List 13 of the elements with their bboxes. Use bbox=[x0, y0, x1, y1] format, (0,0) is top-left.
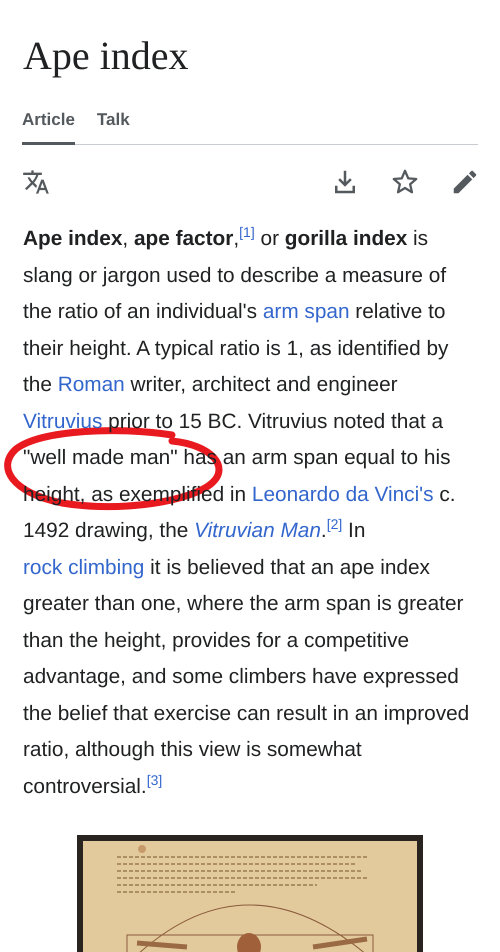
citation-link[interactable]: [2] bbox=[326, 516, 342, 532]
tab[interactable]: Article bbox=[22, 106, 75, 145]
citation-link[interactable]: [1] bbox=[239, 224, 255, 240]
article-link[interactable]: rock climbing bbox=[23, 556, 144, 578]
article-link[interactable]: arm span bbox=[262, 300, 350, 323]
citation-link[interactable]: [3] bbox=[146, 772, 162, 788]
article-link[interactable]: Vitruvius bbox=[23, 410, 102, 432]
article-link[interactable]: Vitruvian Man bbox=[194, 519, 321, 542]
article-link[interactable]: Leonardo da Vinci's bbox=[252, 482, 434, 506]
page-title: Ape index bbox=[22, 32, 190, 80]
article-link[interactable]: Roman bbox=[58, 373, 125, 396]
tab[interactable]: Talk bbox=[96, 106, 130, 145]
translate-icon[interactable] bbox=[22, 168, 50, 196]
